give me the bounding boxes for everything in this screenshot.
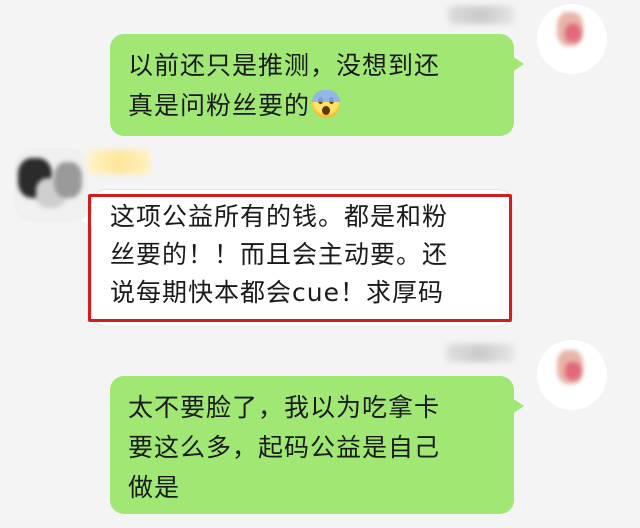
message-line: 真是问粉丝要的 [128,86,496,126]
screaming-face-emoji-icon [312,90,341,118]
message-line: 丝要的！！而且会主动要。还 [110,240,449,269]
self-avatar[interactable] [537,4,607,74]
message-bubble-self[interactable]: 太不要脸了，我以为吃拿卡 要这么多，起码公益是自己 做是 [110,376,524,514]
message-bubble-other[interactable]: 这项公益所有的钱。都是和粉 丝要的！！而且会主动要。还 说每期快本都会cue！求… [82,190,512,326]
sender-name-blurred [448,6,514,24]
message-bubble-self[interactable]: 以前还只是推测，没想到还 真是问粉丝要的 [110,34,524,136]
sender-name-blurred [446,344,514,362]
message-line: 太不要脸了，我以为吃拿卡 [128,393,441,422]
message-line: 以前还只是推测，没想到还 [128,51,441,80]
contact-avatar[interactable] [14,148,88,222]
message-line: 做是 [128,473,181,502]
message-line: 说每期快本都会cue！求厚码 [110,278,444,307]
message-line: 这项公益所有的钱。都是和粉 [110,202,449,231]
self-avatar[interactable] [537,340,607,410]
contact-name-blurred [88,150,150,174]
message-line: 要这么多，起码公益是自己 [128,433,441,462]
